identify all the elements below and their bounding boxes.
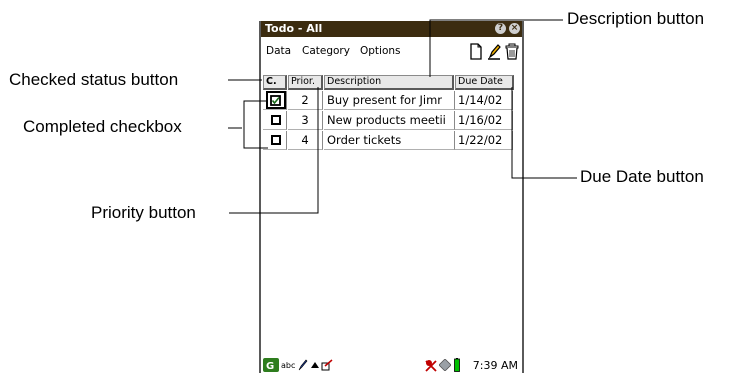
trash-icon[interactable] <box>505 43 519 60</box>
keyboard-toggle-icon[interactable] <box>321 359 333 371</box>
handwriting-pen-icon[interactable] <box>298 359 308 371</box>
priority-button[interactable]: Prior. <box>288 75 323 90</box>
priority-cell[interactable]: 4 <box>288 131 323 150</box>
completed-cell <box>263 131 287 150</box>
input-mode-label[interactable]: abc <box>281 361 295 370</box>
title-bar: Todo - All ? × <box>261 21 522 37</box>
table-row[interactable]: 2 Buy present for Jimr 1/14/02 <box>263 91 521 110</box>
description-cell[interactable]: Order tickets <box>324 131 455 150</box>
todo-app-window: Todo - All ? × Data Category Options C. … <box>259 21 524 373</box>
callout-description-button: Description button <box>567 9 705 28</box>
description-cell[interactable]: Buy present for Jimr <box>324 91 455 110</box>
edit-pencil-icon[interactable] <box>487 43 501 60</box>
callout-priority-button: Priority button <box>91 203 196 222</box>
menu-bar: Data Category Options <box>261 37 522 67</box>
close-icon[interactable]: × <box>509 23 520 34</box>
checked-status-button[interactable]: C. <box>263 75 287 90</box>
window-title: Todo - All <box>265 22 323 35</box>
due-date-cell[interactable]: 1/14/02 <box>455 91 513 110</box>
menu-category[interactable]: Category <box>302 45 350 57</box>
unchecked-checkbox-icon[interactable] <box>271 135 281 145</box>
arrow-up-icon[interactable] <box>311 362 319 368</box>
connectivity-icon[interactable] <box>424 358 438 372</box>
due-date-button[interactable]: Due Date <box>455 75 514 90</box>
status-bar: G abc 7:39 AM <box>261 357 522 373</box>
clock-time[interactable]: 7:39 AM <box>473 359 518 372</box>
battery-icon[interactable] <box>454 358 460 372</box>
callout-completed-checkbox: Completed checkbox <box>23 117 182 136</box>
description-cell[interactable]: New products meetii <box>324 111 455 130</box>
due-date-cell[interactable]: 1/22/02 <box>455 131 513 150</box>
table-row[interactable]: 4 Order tickets 1/22/02 <box>263 131 521 150</box>
completed-cell <box>263 91 287 110</box>
checked-checkbox-icon[interactable] <box>270 95 281 106</box>
callout-checked-status-button: Checked status button <box>9 70 179 89</box>
sync-diamond-icon[interactable] <box>439 359 451 371</box>
due-date-cell[interactable]: 1/16/02 <box>455 111 513 130</box>
completed-cell <box>263 111 287 130</box>
svg-text:G: G <box>266 361 274 372</box>
callout-due-date-button: Due Date button <box>580 167 704 186</box>
priority-cell[interactable]: 3 <box>288 111 323 130</box>
description-button[interactable]: Description <box>324 75 454 90</box>
table-row[interactable]: 3 New products meetii 1/16/02 <box>263 111 521 130</box>
home-icon[interactable]: G <box>263 358 279 372</box>
menu-options[interactable]: Options <box>360 45 401 57</box>
menu-data[interactable]: Data <box>266 45 291 57</box>
unchecked-checkbox-icon[interactable] <box>271 115 281 125</box>
new-document-icon[interactable] <box>469 43 483 60</box>
help-icon[interactable]: ? <box>495 23 506 34</box>
priority-cell[interactable]: 2 <box>288 91 323 110</box>
